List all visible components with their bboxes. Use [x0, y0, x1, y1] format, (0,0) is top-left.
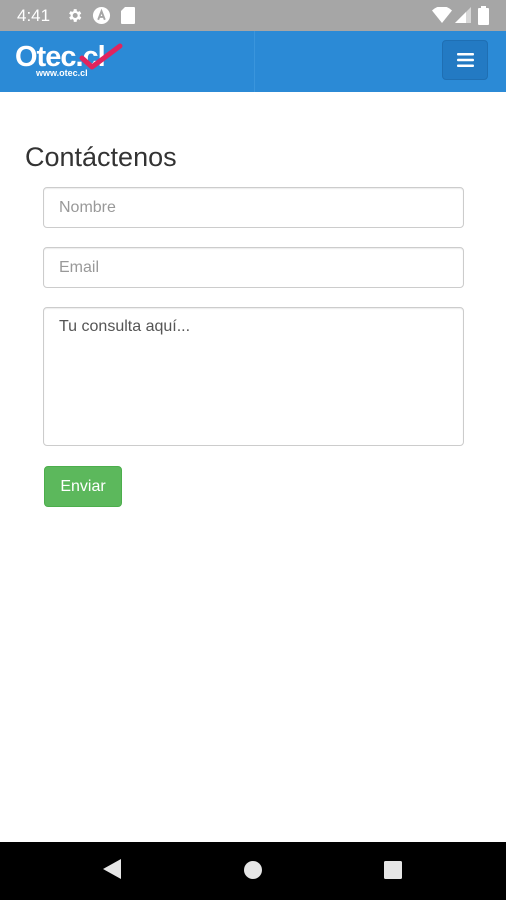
battery-icon [478, 6, 489, 25]
status-time: 4:41 [17, 6, 51, 25]
cell-signal-icon [455, 7, 471, 23]
name-input[interactable] [43, 187, 464, 228]
status-bar: 4:41 [0, 0, 506, 31]
check-mark-icon [79, 43, 123, 70]
otec-logo[interactable]: Otec.cl www.otec.cl [15, 41, 127, 81]
logo-url: www.otec.cl [36, 68, 88, 78]
home-icon[interactable] [243, 860, 263, 880]
accessibility-a-icon [92, 6, 111, 25]
gear-icon [69, 9, 82, 22]
app-header: Otec.cl www.otec.cl [0, 31, 506, 92]
menu-toggle-button[interactable] [442, 40, 488, 80]
nav-bar [0, 842, 506, 900]
message-textarea[interactable] [43, 307, 464, 446]
page-title: Contáctenos [25, 142, 177, 172]
sd-card-icon [121, 7, 135, 24]
back-icon[interactable] [102, 858, 122, 880]
header-divider [254, 31, 255, 92]
email-input[interactable] [43, 247, 464, 288]
submit-button[interactable]: Enviar [44, 466, 122, 507]
hamburger-menu-icon [457, 53, 474, 67]
recents-icon[interactable] [384, 861, 402, 879]
wifi-icon [432, 7, 452, 23]
